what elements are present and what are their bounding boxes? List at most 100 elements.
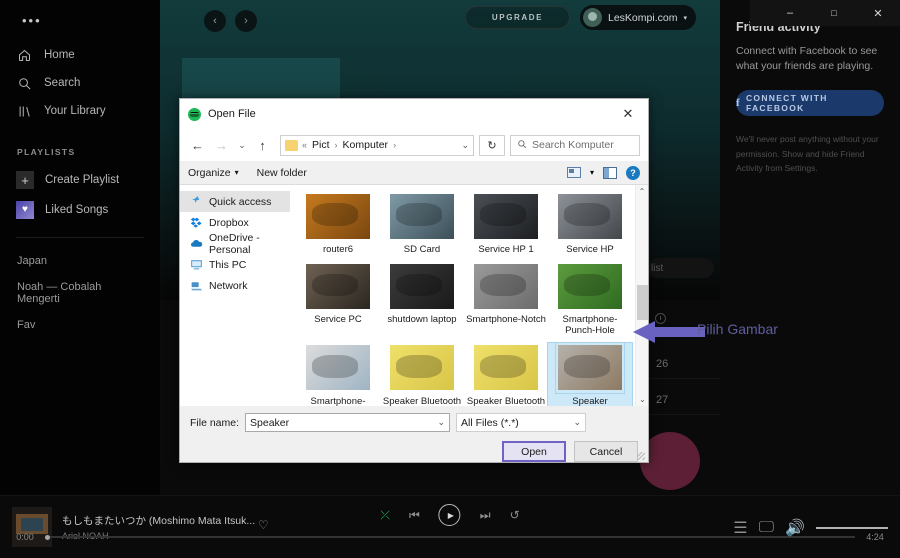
network-icon <box>190 279 203 292</box>
sidebar-item-your-library[interactable]: Your Library <box>16 97 144 125</box>
facebook-icon: f <box>736 97 741 110</box>
file-grid-container[interactable]: router6 SD Card Service HP 1 Service HP … <box>290 185 648 406</box>
file-item[interactable]: Smartphone-Water-Drop <box>296 343 380 406</box>
file-item[interactable]: Service HP <box>548 191 632 255</box>
file-item[interactable]: Service PC <box>296 261 380 336</box>
minimize-button[interactable]: – <box>768 0 812 26</box>
previous-icon[interactable]: ⏮ <box>409 508 420 523</box>
breadcrumb-prefix: « <box>302 140 308 150</box>
place-label: OneDrive - Personal <box>209 231 260 256</box>
file-thumbnail-wrap <box>555 341 625 394</box>
close-icon[interactable]: ✕ <box>608 99 648 129</box>
create-playlist-button[interactable]: + Create Playlist <box>16 165 144 195</box>
place-network[interactable]: Network <box>180 275 290 296</box>
file-name-input[interactable]: Speaker ⌄ <box>245 413 451 432</box>
help-icon[interactable]: ? <box>626 165 640 180</box>
refresh-button[interactable]: ↻ <box>479 134 505 156</box>
scrollbar-thumb[interactable] <box>637 285 648 320</box>
cancel-button[interactable]: Cancel <box>574 441 638 462</box>
file-type-select[interactable]: All Files (*.*) ⌄ <box>456 413 587 432</box>
devices-icon[interactable]: 🖵 <box>759 519 774 537</box>
annotation-label: Pilih Gambar <box>697 321 778 337</box>
place-label: Dropbox <box>209 216 249 229</box>
scroll-down-icon[interactable]: ⌄ <box>636 393 648 406</box>
chevron-down-icon[interactable]: ⌄ <box>437 417 445 428</box>
chevron-down-icon: ▾ <box>234 168 239 177</box>
upgrade-button[interactable]: UPGRADE <box>465 6 570 29</box>
friend-activity-fine-print: We'll never post anything without your p… <box>736 134 879 174</box>
nav-forward-button[interactable]: › <box>235 10 257 32</box>
next-icon[interactable]: ⏭ <box>480 508 491 523</box>
folder-icon <box>285 139 298 151</box>
progress-handle[interactable] <box>45 534 50 540</box>
shuffle-icon[interactable]: ⤫ <box>380 508 390 523</box>
chevron-down-icon[interactable]: ▾ <box>590 168 594 177</box>
preview-pane-icon[interactable] <box>603 166 617 179</box>
file-item[interactable]: Speaker Bluetooth 1 <box>380 343 464 406</box>
place-dropbox[interactable]: Dropbox <box>180 212 290 233</box>
volume-slider[interactable] <box>816 527 888 529</box>
view-options-icon[interactable] <box>566 167 581 178</box>
organize-button[interactable]: Organize ▾ <box>188 167 239 179</box>
sidebar-playlist-fav[interactable]: Fav <box>16 312 144 338</box>
file-item[interactable]: Speaker Bluetooth 2 <box>464 343 548 406</box>
sidebar-item-home[interactable]: Home <box>16 41 144 69</box>
play-button[interactable]: ▶ <box>438 504 461 526</box>
file-thumbnail-wrap <box>304 191 372 241</box>
volume-icon[interactable]: 🔊 <box>785 518 805 538</box>
file-item[interactable]: SD Card <box>380 191 464 255</box>
address-bar[interactable]: « Pict › Komputer › ⌄ <box>280 134 474 156</box>
track-title: もしもまたいつか (Moshimo Mata Itsuk... <box>62 515 256 527</box>
toolbar-right-icons: ▾ ? <box>566 165 640 180</box>
resize-grip[interactable] <box>637 452 645 460</box>
breadcrumb-item-pict[interactable]: Pict <box>312 139 330 151</box>
new-folder-button[interactable]: New folder <box>257 167 307 179</box>
breadcrumb-item-komputer[interactable]: Komputer <box>343 139 389 151</box>
file-list-scrollbar[interactable]: ⌃ ⌄ <box>635 185 648 406</box>
queue-icon[interactable]: ☰ <box>733 518 747 538</box>
file-item[interactable]: Service HP 1 <box>464 191 548 255</box>
heart-outline-icon[interactable]: ♡ <box>258 518 269 532</box>
scroll-up-icon[interactable]: ⌃ <box>636 185 648 198</box>
file-item[interactable]: Smartphone-Notch <box>464 261 548 336</box>
organize-label: Organize <box>188 166 231 179</box>
place-this-pc[interactable]: This PC <box>180 254 290 275</box>
file-thumbnail-wrap <box>388 343 456 393</box>
background-playlist-button[interactable]: list <box>648 258 714 278</box>
place-label: This PC <box>209 258 247 271</box>
track-divider <box>648 414 720 415</box>
place-onedrive[interactable]: OneDrive - Personal <box>180 231 290 256</box>
sidebar-item-search[interactable]: Search <box>16 69 144 97</box>
connect-with-facebook-button[interactable]: f CONNECT WITH FACEBOOK <box>736 90 884 117</box>
account-menu[interactable]: LesKompi.com ▾ <box>580 5 696 30</box>
chevron-down-icon[interactable]: ⌄ <box>573 417 581 428</box>
file-name-label: Smartphone-Water-Drop <box>310 395 366 406</box>
window-controls: – □ ✕ <box>750 0 900 26</box>
liked-songs-button[interactable]: ♥ Liked Songs <box>16 195 144 225</box>
onedrive-icon <box>190 237 203 250</box>
sidebar-playlist-japan[interactable]: Japan <box>16 248 144 274</box>
breadcrumb-separator: › <box>393 140 397 150</box>
chevron-down-icon[interactable]: ⌄ <box>461 140 469 151</box>
breadcrumb-separator: › <box>334 140 338 150</box>
repeat-icon[interactable]: ↺ <box>510 508 520 522</box>
sidebar-playlist-noah[interactable]: Noah — Cobalah Mengerti <box>16 274 144 312</box>
primary-nav: Home Search Your Library <box>16 41 144 125</box>
maximize-button[interactable]: □ <box>812 0 856 26</box>
back-icon[interactable]: ← <box>188 136 207 155</box>
search-input[interactable]: Search Komputer <box>510 134 640 156</box>
open-button[interactable]: Open <box>502 441 566 462</box>
file-item-selected[interactable]: Speaker <box>547 341 633 406</box>
menu-dots-icon[interactable]: ••• <box>22 14 144 27</box>
file-item[interactable]: shutdown laptop <box>380 261 464 336</box>
recent-locations-icon[interactable]: ⌄ <box>236 136 248 155</box>
close-button[interactable]: ✕ <box>856 0 900 26</box>
forward-icon[interactable]: → <box>212 136 231 155</box>
left-arrow-icon <box>633 321 705 343</box>
up-icon[interactable]: ↑ <box>253 136 272 155</box>
file-item[interactable]: Smartphone-Punch-Hole <box>548 261 632 336</box>
file-item[interactable]: router6 <box>296 191 380 255</box>
place-quick-access[interactable]: Quick access <box>180 191 290 212</box>
file-thumbnail-wrap <box>556 261 624 311</box>
nav-back-button[interactable]: ‹ <box>204 10 226 32</box>
